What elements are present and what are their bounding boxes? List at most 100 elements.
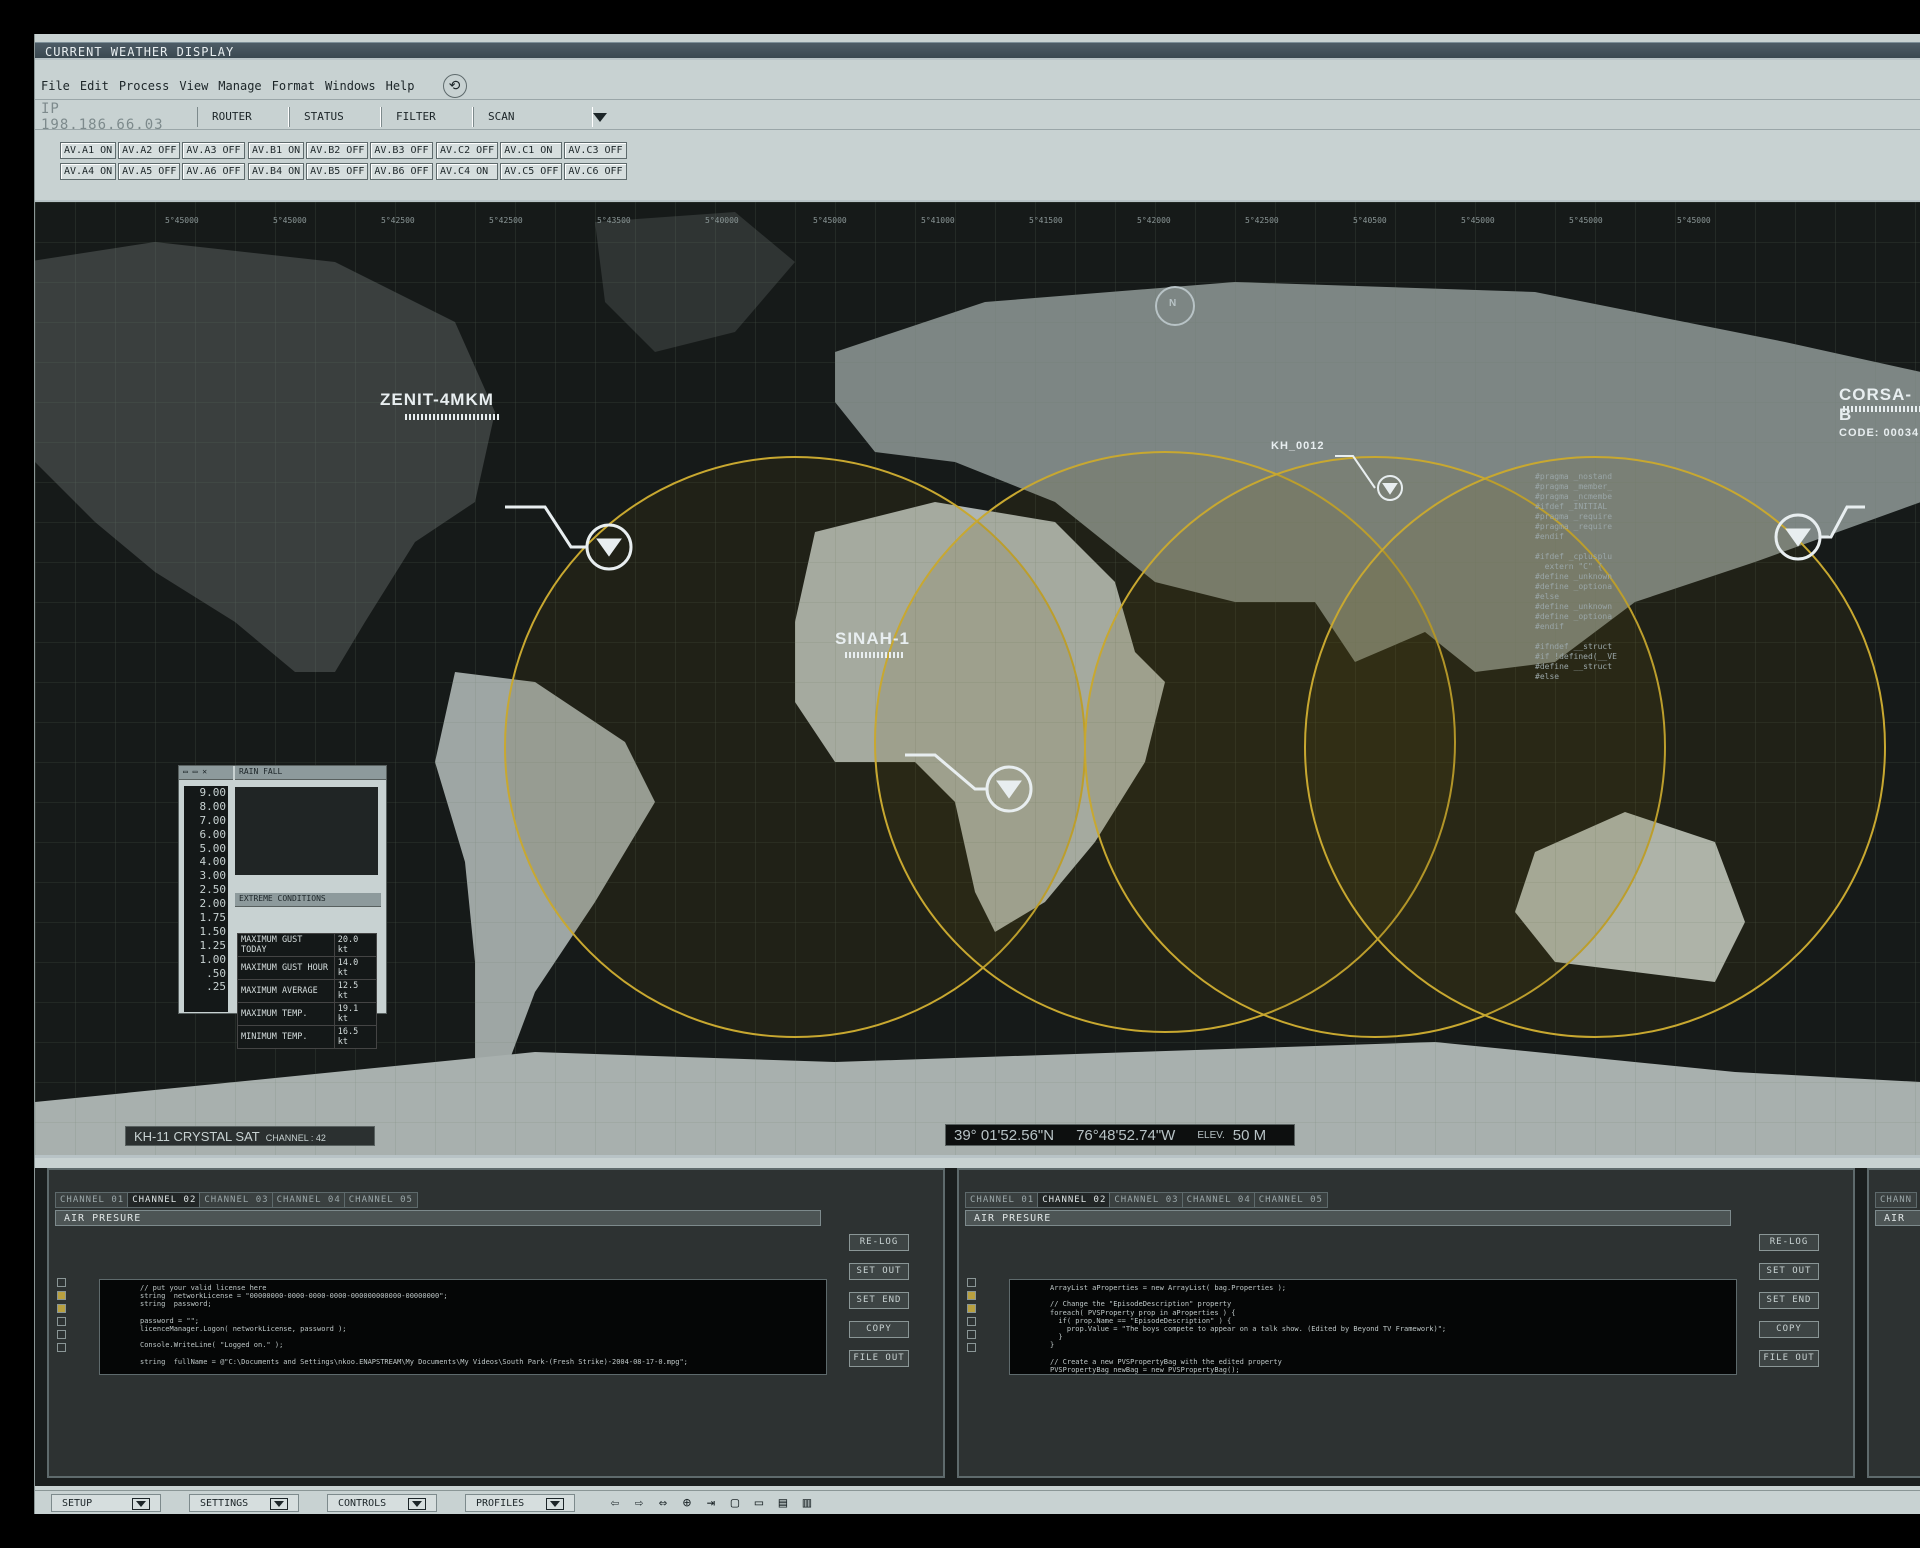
controls-dropdown[interactable]: CONTROLS — [327, 1493, 437, 1512]
av-group-a: AV.A1 ON AV.A2 OFF AV.A3 OFF AV.A4 ON AV… — [60, 142, 245, 180]
menu-windows[interactable]: Windows — [325, 79, 376, 93]
checkbox[interactable] — [57, 1278, 66, 1287]
av-button[interactable]: AV.C1 ON — [500, 142, 563, 159]
checkbox[interactable] — [967, 1291, 976, 1300]
tab-channel-04[interactable]: CHANNEL 04 — [1181, 1192, 1256, 1208]
av-button[interactable]: AV.B3 OFF — [370, 142, 433, 159]
relog-button[interactable]: RE-LOG — [849, 1234, 909, 1251]
checkbox-column[interactable] — [57, 1278, 81, 1356]
tab-channel-05[interactable]: CHANNEL 05 — [1253, 1192, 1328, 1208]
checkbox[interactable] — [57, 1291, 66, 1300]
checkbox[interactable] — [967, 1330, 976, 1339]
panel-icon[interactable]: ▥ — [795, 1495, 819, 1511]
menu-file[interactable]: File — [41, 79, 70, 93]
cell: 16.5 kt — [333, 1025, 378, 1049]
console-panel-3: CHANN AIR — [1867, 1168, 1920, 1478]
av-button[interactable]: AV.C4 ON — [436, 163, 499, 180]
tab-channel-02[interactable]: CHANNEL 02 — [127, 1192, 202, 1208]
checkbox-column[interactable] — [967, 1278, 991, 1356]
av-button[interactable]: AV.C6 OFF — [564, 163, 627, 180]
list-icon[interactable]: ▤ — [771, 1495, 795, 1511]
av-button[interactable]: AV.A6 OFF — [182, 163, 245, 180]
menu-manage[interactable]: Manage — [218, 79, 261, 93]
file-out-button[interactable]: FILE OUT — [849, 1350, 909, 1367]
tab-channel-03[interactable]: CHANNEL 03 — [199, 1192, 274, 1208]
scale-label: 1.50 — [199, 924, 227, 938]
scan-dropdown[interactable]: SCAN — [473, 106, 593, 127]
tab-icon[interactable]: ⇥ — [699, 1495, 723, 1511]
tab-channel-04[interactable]: CHANNEL 04 — [271, 1192, 346, 1208]
set-end-button[interactable]: SET END — [849, 1292, 909, 1309]
checkbox[interactable] — [57, 1304, 66, 1313]
settings-dropdown[interactable]: SETTINGS — [189, 1493, 299, 1512]
checkbox[interactable] — [967, 1278, 976, 1287]
chevron-down-icon[interactable] — [593, 113, 607, 122]
av-button[interactable]: AV.B6 OFF — [370, 163, 433, 180]
av-button[interactable]: AV.A4 ON — [60, 163, 117, 180]
arrows-both-icon[interactable]: ⇔ — [651, 1495, 675, 1511]
code-console[interactable]: ArrayList aProperties = new ArrayList( b… — [1009, 1279, 1737, 1375]
av-button[interactable]: AV.B1 ON — [248, 142, 305, 159]
code-console[interactable]: // put your valid license here string ne… — [99, 1279, 827, 1375]
copy-button[interactable]: COPY — [1759, 1321, 1819, 1338]
checkbox[interactable] — [57, 1317, 66, 1326]
av-button[interactable]: AV.B2 OFF — [306, 142, 369, 159]
copy-button[interactable]: COPY — [849, 1321, 909, 1338]
tab-channel-03[interactable]: CHANNEL 03 — [1109, 1192, 1184, 1208]
relog-button[interactable]: RE-LOG — [1759, 1234, 1819, 1251]
checkbox[interactable] — [57, 1343, 66, 1352]
panel-header: AIR PRESURE — [55, 1210, 821, 1226]
av-button[interactable]: AV.C3 OFF — [564, 142, 627, 159]
tab-channel-01[interactable]: CHANNEL 01 — [965, 1192, 1040, 1208]
menu-process[interactable]: Process — [119, 79, 170, 93]
scale-label: .25 — [206, 980, 226, 994]
av-button[interactable]: AV.C2 OFF — [436, 142, 499, 159]
tab-channel-01[interactable]: CHANN — [1875, 1192, 1918, 1208]
file-out-button[interactable]: FILE OUT — [1759, 1350, 1819, 1367]
set-end-button[interactable]: SET END — [1759, 1292, 1819, 1309]
av-button[interactable]: AV.A1 ON — [60, 142, 117, 159]
sat-label-sinah: SINAH-1 — [835, 629, 910, 649]
crosshair-icon[interactable]: ⊕ — [675, 1495, 699, 1511]
setup-dropdown[interactable]: SETUP — [51, 1493, 161, 1512]
av-button[interactable]: AV.A3 OFF — [182, 142, 245, 159]
console-panel-1: CHANNEL 01 CHANNEL 02 CHANNEL 03 CHANNEL… — [47, 1168, 945, 1478]
checkbox[interactable] — [967, 1304, 976, 1313]
cell: MAXIMUM AVERAGE — [237, 979, 335, 1003]
profiles-dropdown[interactable]: PROFILES — [465, 1493, 575, 1512]
arrow-left-icon[interactable]: ⇦ — [603, 1495, 627, 1511]
tab-channel-05[interactable]: CHANNEL 05 — [343, 1192, 418, 1208]
lat-tick-label: 5°40500 — [1353, 216, 1387, 225]
scale-label: 6.00 — [199, 827, 227, 841]
scale-label: 2.00 — [199, 897, 227, 911]
window-icon[interactable]: ▢ — [723, 1495, 747, 1511]
av-button[interactable]: AV.C5 OFF — [500, 163, 563, 180]
checkbox[interactable] — [967, 1317, 976, 1326]
av-button[interactable]: AV.A5 OFF — [118, 163, 181, 180]
status-button[interactable]: STATUS — [289, 106, 381, 127]
menu-view[interactable]: View — [179, 79, 208, 93]
monitor-icon[interactable]: ▭ — [747, 1495, 771, 1511]
set-out-button[interactable]: SET OUT — [1759, 1263, 1819, 1280]
rain-control-icons[interactable]: ▭ ▭ ✕ — [179, 766, 233, 780]
side-buttons: RE-LOG SET OUT SET END COPY FILE OUT — [849, 1234, 909, 1379]
lat-tick-label: 5°45000 — [273, 216, 307, 225]
av-button[interactable]: AV.B5 OFF — [306, 163, 369, 180]
lat-tick-label: 5°45000 — [813, 216, 847, 225]
router-button[interactable]: ROUTER — [197, 106, 289, 127]
settings-label: SETTINGS — [200, 1497, 249, 1509]
menu-help[interactable]: Help — [386, 79, 415, 93]
checkbox[interactable] — [967, 1343, 976, 1352]
av-button[interactable]: AV.A2 OFF — [118, 142, 181, 159]
menu-edit[interactable]: Edit — [80, 79, 109, 93]
tab-channel-01[interactable]: CHANNEL 01 — [55, 1192, 130, 1208]
checkbox[interactable] — [57, 1330, 66, 1339]
av-button[interactable]: AV.B4 ON — [248, 163, 305, 180]
filter-button[interactable]: FILTER — [381, 106, 473, 127]
sync-icon[interactable]: ⟲ — [442, 73, 467, 98]
menu-format[interactable]: Format — [272, 79, 315, 93]
set-out-button[interactable]: SET OUT — [849, 1263, 909, 1280]
world-map[interactable]: ZENIT-4MKM SINAH-1 KH_0012 CORSA-B CODE: … — [35, 200, 1920, 1158]
tab-channel-02[interactable]: CHANNEL 02 — [1037, 1192, 1112, 1208]
arrow-right-icon[interactable]: ⇨ — [627, 1495, 651, 1511]
